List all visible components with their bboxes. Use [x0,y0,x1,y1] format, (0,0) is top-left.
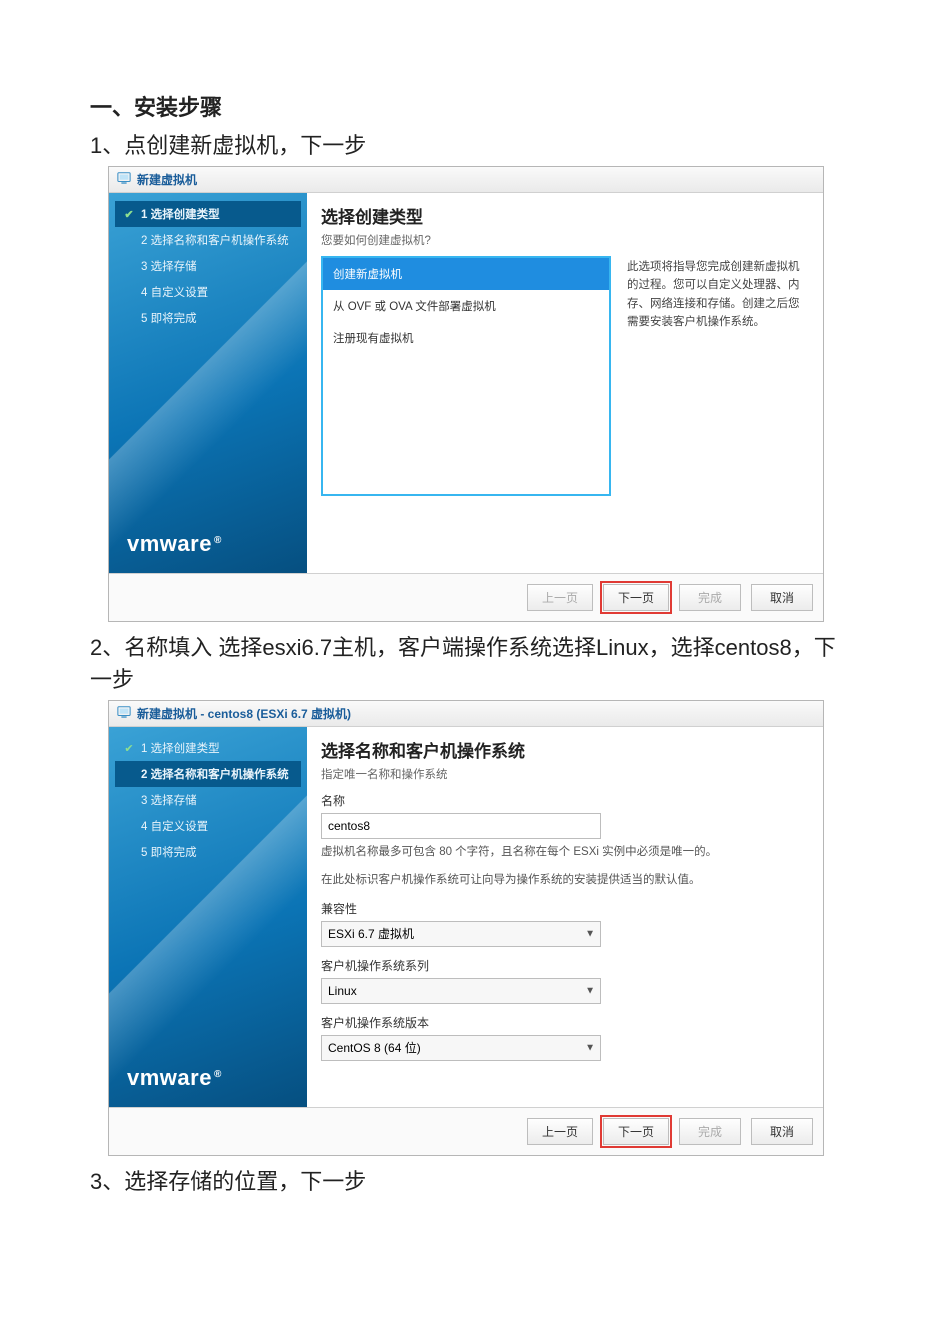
sidebar-step-2[interactable]: 2 选择名称和客户机操作系统 [115,227,301,253]
vm-icon [117,171,131,188]
step-2-text: 2、名称填入 选择esxi6.7主机，客户端操作系统选择Linux，选择cent… [90,630,855,694]
wizard-name-os: 新建虚拟机 - centos8 (ESXi 6.7 虚拟机) 1 选择创建类型 … [108,700,824,1156]
finish-button[interactable]: 完成 [679,1118,741,1145]
sidebar-step-2[interactable]: 2 选择名称和客户机操作系统 [115,761,301,787]
cancel-button[interactable]: 取消 [751,584,813,611]
sidebar-step-3[interactable]: 3 选择存储 [115,253,301,279]
option-deploy-ovf[interactable]: 从 OVF 或 OVA 文件部署虚拟机 [323,290,609,322]
vm-name-input[interactable] [321,813,601,839]
sidebar-step-5[interactable]: 5 即将完成 [115,305,301,331]
content-title: 选择名称和客户机操作系统 [321,737,811,762]
creation-type-list[interactable]: 创建新虚拟机 从 OVF 或 OVA 文件部署虚拟机 注册现有虚拟机 [321,256,611,496]
step-3-text: 3、选择存储的位置，下一步 [90,1164,855,1196]
wizard-title: 新建虚拟机 [137,171,197,188]
content-title: 选择创建类型 [321,203,811,228]
vm-icon [117,705,131,722]
sidebar-step-5-label: 5 即将完成 [141,310,197,326]
content-subtitle: 您要如何创建虚拟机? [321,232,811,248]
sidebar-step-1-label: 1 选择创建类型 [141,740,220,756]
sidebar-step-1[interactable]: 1 选择创建类型 [115,735,301,761]
wizard-title: 新建虚拟机 - centos8 (ESXi 6.7 虚拟机) [137,705,351,722]
os-hint: 在此处标识客户机操作系统可让向导为操作系统的安装提供适当的默认值。 [321,871,811,889]
sidebar-step-3[interactable]: 3 选择存储 [115,787,301,813]
name-hint: 虚拟机名称最多可包含 80 个字符，且名称在每个 ESXi 实例中必须是唯一的。 [321,843,811,861]
sidebar-step-4[interactable]: 4 自定义设置 [115,813,301,839]
vmware-logo: vmware® [109,1049,307,1107]
next-button[interactable]: 下一页 [603,584,669,611]
os-family-select[interactable]: Linux [321,978,601,1004]
compat-select[interactable]: ESXi 6.7 虚拟机 [321,921,601,947]
compat-label: 兼容性 [321,900,811,917]
sidebar-step-2-label: 2 选择名称和客户机操作系统 [141,232,289,248]
version-label: 客户机操作系统版本 [321,1014,811,1031]
wizard-footer: 上一页 下一页 完成 取消 [109,573,823,621]
step-1-text: 1、点创建新虚拟机，下一步 [90,128,855,160]
back-button[interactable]: 上一页 [527,1118,593,1145]
wizard-create-vm: 新建虚拟机 1 选择创建类型 2 选择名称和客户机操作系统 3 选择存储 4 自… [108,166,824,622]
sidebar-step-4-label: 4 自定义设置 [141,818,208,834]
creation-type-description: 此选项将指导您完成创建新虚拟机的过程。您可以自定义处理器、内存、网络连接和存储。… [621,256,811,496]
sidebar-step-4[interactable]: 4 自定义设置 [115,279,301,305]
option-register-existing[interactable]: 注册现有虚拟机 [323,322,609,354]
sidebar-step-3-label: 3 选择存储 [141,258,197,274]
section-heading: 一、安装步骤 [90,90,855,122]
wizard-sidebar: 1 选择创建类型 2 选择名称和客户机操作系统 3 选择存储 4 自定义设置 5… [109,193,307,573]
option-create-new-vm[interactable]: 创建新虚拟机 [323,258,609,290]
vmware-logo: vmware® [109,515,307,573]
wizard-footer: 上一页 下一页 完成 取消 [109,1107,823,1155]
wizard-content: 选择创建类型 您要如何创建虚拟机? 创建新虚拟机 从 OVF 或 OVA 文件部… [307,193,823,573]
sidebar-step-1-label: 1 选择创建类型 [141,206,220,222]
name-label: 名称 [321,792,811,809]
wizard-sidebar: 1 选择创建类型 2 选择名称和客户机操作系统 3 选择存储 4 自定义设置 5… [109,727,307,1107]
back-button[interactable]: 上一页 [527,584,593,611]
sidebar-step-3-label: 3 选择存储 [141,792,197,808]
next-button[interactable]: 下一页 [603,1118,669,1145]
wizard-content: 选择名称和客户机操作系统 指定唯一名称和操作系统 名称 虚拟机名称最多可包含 8… [307,727,823,1107]
finish-button[interactable]: 完成 [679,584,741,611]
sidebar-step-5[interactable]: 5 即将完成 [115,839,301,865]
content-subtitle: 指定唯一名称和操作系统 [321,766,811,782]
wizard-titlebar[interactable]: 新建虚拟机 [109,167,823,193]
sidebar-step-1[interactable]: 1 选择创建类型 [115,201,301,227]
wizard-titlebar[interactable]: 新建虚拟机 - centos8 (ESXi 6.7 虚拟机) [109,701,823,727]
sidebar-step-5-label: 5 即将完成 [141,844,197,860]
sidebar-step-4-label: 4 自定义设置 [141,284,208,300]
os-version-select[interactable]: CentOS 8 (64 位) [321,1035,601,1061]
sidebar-step-2-label: 2 选择名称和客户机操作系统 [141,766,289,782]
family-label: 客户机操作系统系列 [321,957,811,974]
cancel-button[interactable]: 取消 [751,1118,813,1145]
